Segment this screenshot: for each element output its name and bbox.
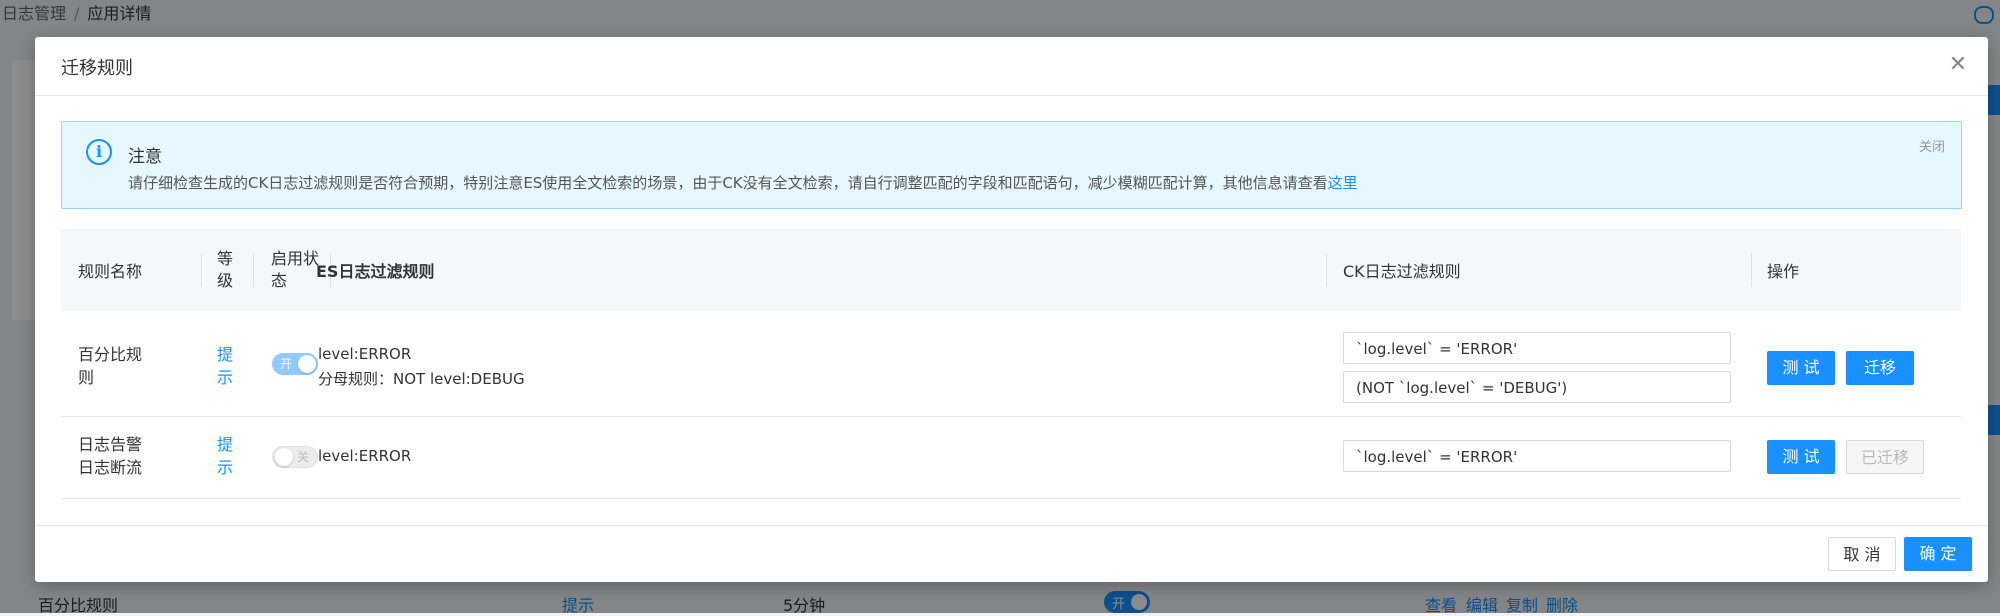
header-rule-name: 规则名称 [78, 262, 143, 281]
table-row: 百分比规则 提示 开 level:ERROR 分母规则：NOT level:DE… [61, 311, 1961, 417]
ck-rule-field[interactable]: (NOT `log.level` = 'DEBUG') [1343, 371, 1731, 403]
level-hint-link[interactable]: 提示 [217, 343, 235, 389]
notice-alert: i 注意 请仔细检查生成的CK日志过滤规则是否符合预期，特别注意ES使用全文检索… [61, 121, 1962, 209]
status-toggle[interactable]: 关 [272, 446, 318, 468]
migrate-button[interactable]: 迁移 [1846, 351, 1914, 385]
header-divider [253, 253, 254, 287]
modal-footer: 取 消 确 定 [35, 525, 1988, 583]
es-rule-line: level:ERROR [318, 345, 412, 363]
table-row: 日志告警日志断流 提示 关 level:ERROR `log.level` = … [61, 416, 1961, 499]
info-icon: i [86, 139, 112, 165]
alert-close-button[interactable]: 关闭 [1919, 136, 1945, 155]
level-hint-link[interactable]: 提示 [217, 433, 235, 479]
header-status: 启用状态 [271, 249, 320, 290]
es-rule-line: 分母规则：NOT level:DEBUG [318, 370, 525, 388]
header-divider [201, 253, 202, 287]
header-es-rule: ES日志过滤规则 [316, 262, 435, 281]
migrate-rules-modal: 迁移规则 ✕ i 注意 请仔细检查生成的CK日志过滤规则是否符合预期，特别注意E… [35, 37, 1988, 582]
test-button[interactable]: 测 试 [1767, 440, 1835, 474]
rule-name: 日志告警日志断流 [78, 435, 143, 477]
header-ck-rule: CK日志过滤规则 [1343, 262, 1461, 281]
table-header: 规则名称 等级 启用状态 ES日志过滤规则 CK日志过滤规则 操作 [61, 229, 1961, 311]
alert-title: 注意 [128, 147, 162, 167]
close-icon[interactable]: ✕ [1944, 51, 1972, 79]
ck-rule-field[interactable]: `log.level` = 'ERROR' [1343, 332, 1731, 364]
header-divider [1326, 253, 1327, 287]
alert-description: 请仔细检查生成的CK日志过滤规则是否符合预期，特别注意ES使用全文检索的场景，由… [128, 174, 1358, 192]
confirm-button[interactable]: 确 定 [1904, 537, 1972, 571]
modal-header: 迁移规则 ✕ [35, 37, 1988, 96]
header-level: 等级 [217, 249, 234, 290]
status-toggle[interactable]: 开 [272, 353, 318, 375]
cancel-button[interactable]: 取 消 [1828, 537, 1896, 571]
rule-name: 百分比规则 [78, 345, 143, 387]
header-action: 操作 [1767, 262, 1800, 281]
alert-link[interactable]: 这里 [1328, 174, 1358, 192]
migrated-button: 已迁移 [1846, 440, 1924, 474]
modal-title: 迁移规则 [61, 58, 133, 79]
header-divider [1751, 253, 1752, 287]
es-rule-line: level:ERROR [318, 447, 412, 465]
test-button[interactable]: 测 试 [1767, 351, 1835, 385]
ck-rule-field[interactable]: `log.level` = 'ERROR' [1343, 440, 1731, 472]
